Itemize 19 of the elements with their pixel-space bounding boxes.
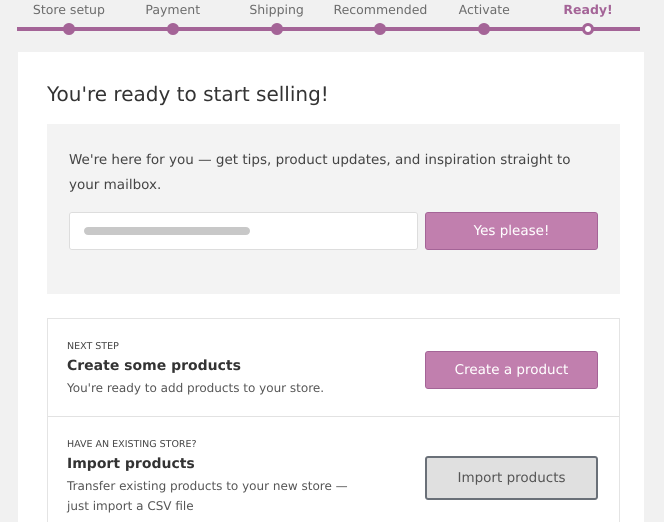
action-button[interactable]: Import products [425, 456, 598, 500]
email-field[interactable] [69, 212, 418, 250]
step-heading: Import products [67, 456, 196, 472]
step-label: Activate [458, 1, 510, 19]
step-description: Transfer existing products to your new store — just import a CSV file [67, 478, 349, 515]
step-eyebrow: HAVE AN EXISTING STORE? [67, 439, 198, 450]
step-label: Payment [145, 1, 200, 19]
page-title: You're ready to start selling! [47, 82, 330, 106]
step-heading: Create some products [67, 358, 242, 374]
step-label: Shipping [249, 1, 304, 19]
step-eyebrow: NEXT STEP [67, 341, 120, 352]
newsletter-text: We're here for you — get tips, product updates, and inspiration straight to your mailbox. [69, 151, 572, 195]
step-label: Recommended [333, 1, 428, 19]
yes-please-button[interactable]: Yes please! [425, 212, 598, 250]
step-label: Store setup [32, 1, 105, 19]
step-description: You're ready to add products to your store. [67, 380, 326, 397]
step-label: Ready! [563, 1, 613, 19]
blurred-smudge-icon [82, 224, 252, 238]
action-button[interactable]: Create a product [425, 350, 598, 388]
